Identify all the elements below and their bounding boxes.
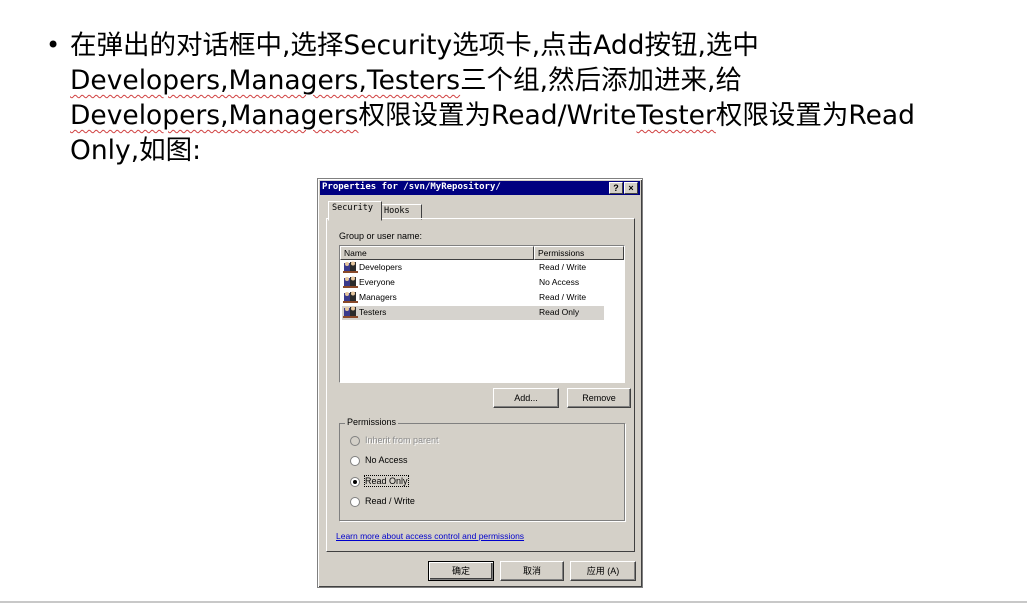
slide-line-4: Only,如图:	[70, 135, 202, 166]
slide-line-3-read: Read	[848, 100, 915, 131]
slide-line-2-rest: 三个组,然后添加进来,给	[460, 65, 742, 96]
group-names-1: Developers,Managers,Testers	[70, 65, 461, 96]
group-list[interactable]: Name Permissions Developers Read / Write…	[339, 245, 625, 383]
ok-button[interactable]: 确定	[428, 561, 494, 581]
radio-read-only-label: Read Only	[364, 475, 409, 487]
slide-line-3-rw: Read/Write	[491, 100, 637, 131]
dialog-titlebar[interactable]: Properties for /svn/MyRepository/ ? ×	[320, 181, 640, 195]
radio-read-write[interactable]	[350, 497, 360, 507]
group-icon	[343, 261, 358, 273]
close-button[interactable]: ×	[624, 182, 638, 194]
radio-read-write-label: Read / Write	[365, 496, 415, 506]
radio-inherit-label: Inherit from parent	[365, 435, 439, 445]
row-permission: Read / Write	[539, 292, 587, 302]
radio-read-only[interactable]	[350, 477, 360, 487]
list-item-selected[interactable]: Testers Read Only	[342, 306, 604, 320]
remove-button-label: Remove	[582, 393, 616, 403]
row-permission: Read / Write	[539, 262, 587, 272]
slide-line-3-tester: Tester	[636, 100, 716, 131]
tab-security[interactable]: Security	[328, 201, 382, 221]
properties-dialog: Properties for /svn/MyRepository/ ? × Se…	[317, 178, 643, 588]
row-permission: No Access	[539, 277, 580, 287]
slide-line-2: Developers,Managers,Testers三个组,然后添加进来,给	[70, 63, 1006, 98]
column-header-name[interactable]: Name	[340, 246, 534, 260]
radio-no-access[interactable]	[350, 456, 360, 466]
bullet-icon: •	[46, 31, 61, 59]
dialog-title: Properties for /svn/MyRepository/	[322, 182, 501, 192]
cancel-button[interactable]: 取消	[500, 561, 564, 581]
group-icon	[343, 276, 358, 288]
apply-button-label: 应用 (A)	[586, 566, 620, 576]
apply-button[interactable]: 应用 (A)	[570, 561, 636, 581]
list-item[interactable]: Developers Read / Write	[342, 261, 604, 275]
row-permission: Read Only	[539, 307, 580, 317]
group-icon	[343, 306, 358, 318]
list-item[interactable]: Managers Read / Write	[342, 291, 604, 305]
add-button[interactable]: Add...	[493, 388, 559, 408]
add-button-label: Add...	[514, 393, 538, 403]
help-button[interactable]: ?	[609, 182, 623, 194]
slide-line-3-text-a: 权限设置为	[358, 100, 492, 131]
remove-button[interactable]: Remove	[567, 388, 631, 408]
group-or-user-label: Group or user name:	[339, 231, 423, 241]
ok-button-label: 确定	[451, 566, 470, 576]
permissions-title: Permissions	[345, 417, 399, 427]
security-tab-panel: Group or user name: Name Permissions Dev…	[326, 218, 635, 552]
radio-no-access-label: No Access	[365, 455, 408, 465]
row-name: Developers	[359, 262, 402, 272]
permissions-groupbox: Permissions Inherit from parent No Acces…	[339, 417, 625, 521]
group-icon	[343, 291, 358, 303]
list-item[interactable]: Everyone No Access	[342, 276, 604, 290]
row-name: Managers	[359, 292, 397, 302]
group-names-2: Developers,Managers	[70, 100, 359, 131]
slide-line-3-text-b: 权限设置为	[715, 100, 849, 131]
slide-line-1: 在弹出的对话框中,选择Security选项卡,点击Add按钮,选中	[70, 30, 759, 61]
radio-checked-dot	[353, 480, 357, 484]
row-name: Everyone	[359, 277, 395, 287]
radio-inherit[interactable]	[350, 436, 360, 446]
cancel-button-label: 取消	[522, 566, 541, 576]
slide-line-3: Developers,Managers权限设置为Read/WriteTester…	[70, 98, 1006, 133]
column-header-permissions[interactable]: Permissions	[534, 246, 624, 260]
slide-bullet-text: • 在弹出的对话框中,选择Security选项卡,点击Add按钮,选中 Deve…	[46, 28, 1006, 168]
row-name: Testers	[359, 307, 387, 317]
help-link[interactable]: Learn more about access control and perm…	[336, 531, 524, 541]
